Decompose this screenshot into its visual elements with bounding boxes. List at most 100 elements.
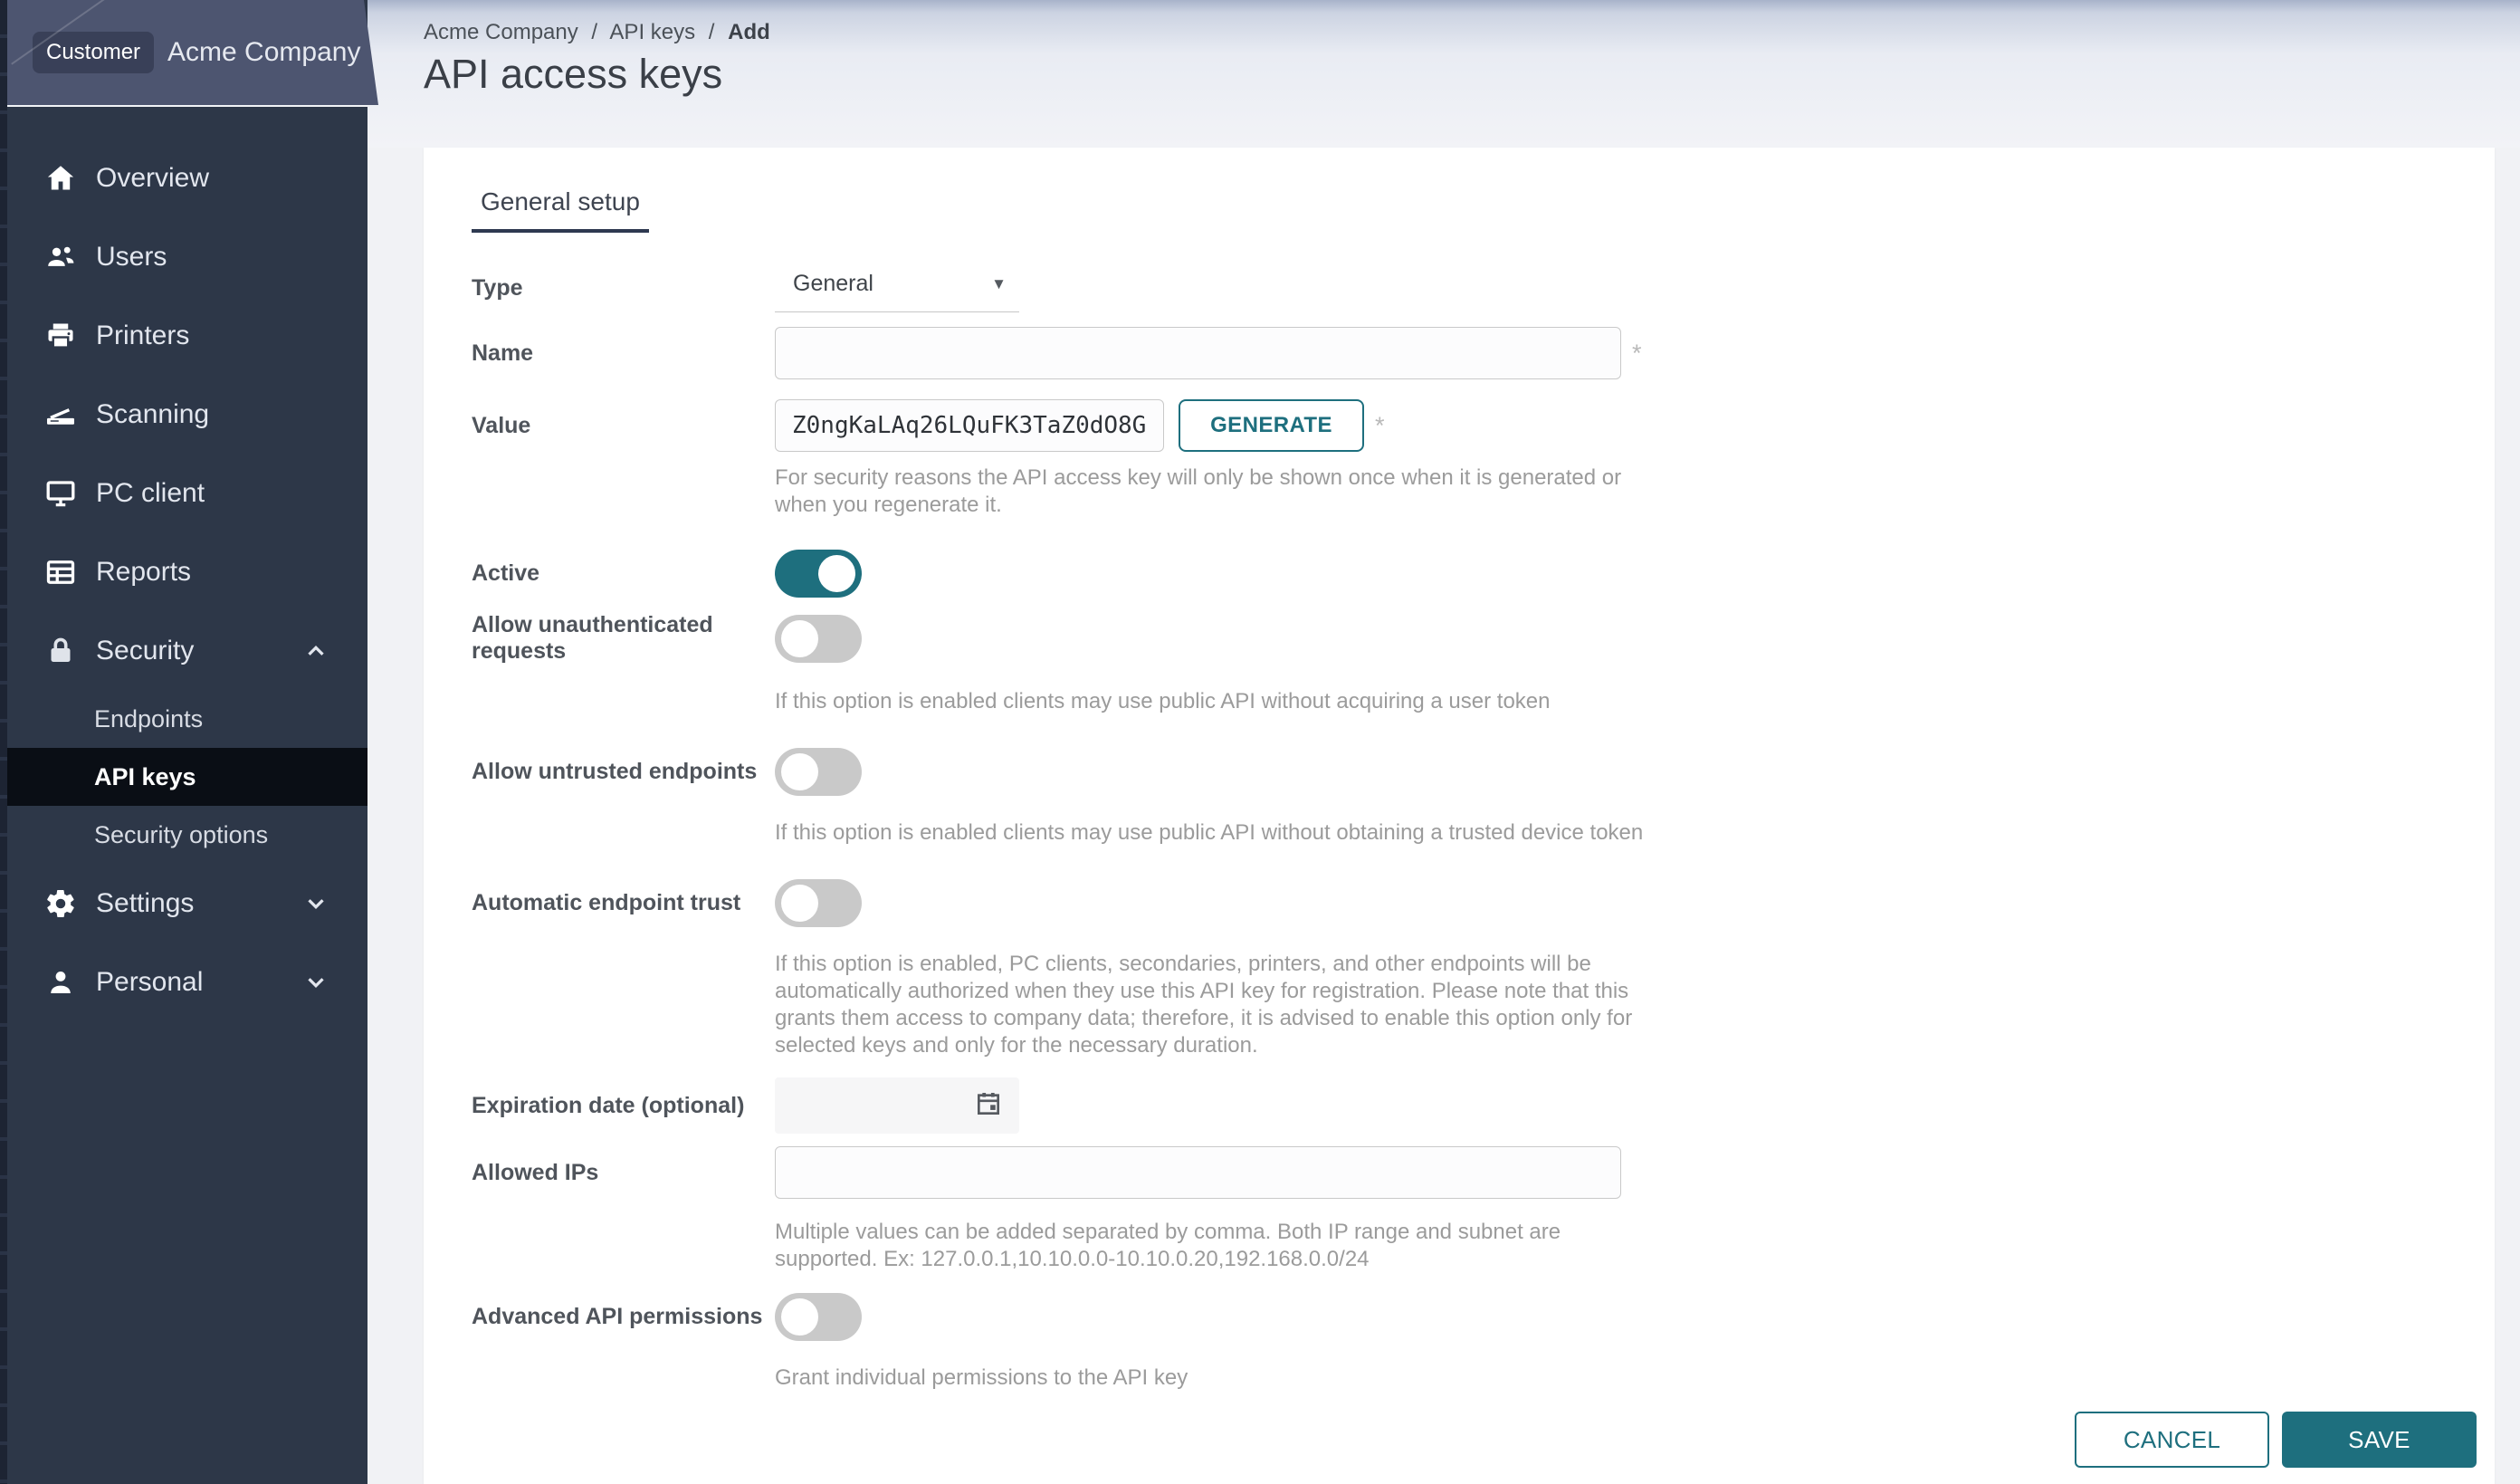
app-window: Customer Acme Company Overview: [0, 0, 2520, 1484]
chevron-up-icon: [302, 637, 329, 665]
sidebar-item-security[interactable]: Security: [7, 611, 368, 690]
breadcrumb-separator: /: [591, 20, 597, 44]
report-table-icon: [43, 555, 78, 589]
sub-item-label: Endpoints: [94, 705, 203, 733]
sidebar-item-label: Settings: [96, 888, 302, 919]
active-label: Active: [472, 560, 775, 587]
allow-unauthenticated-row: Allow unauthenticated requests: [472, 612, 2477, 665]
breadcrumb-separator: /: [709, 20, 715, 44]
sidebar-item-label: PC client: [96, 478, 329, 509]
breadcrumb-api-keys[interactable]: API keys: [609, 20, 695, 44]
type-row: Type General ▼: [472, 263, 2477, 312]
value-label: Value: [472, 413, 775, 439]
lock-icon: [43, 634, 78, 668]
sidebar-item-label: Scanning: [96, 399, 329, 430]
monitor-icon: [43, 476, 78, 511]
home-icon: [43, 161, 78, 196]
automatic-trust-row: Automatic endpoint trust: [472, 879, 2477, 927]
value-hint: For security reasons the API access key …: [775, 464, 1644, 519]
api-key-value-input[interactable]: [775, 399, 1164, 452]
page-title: API access keys: [424, 51, 722, 98]
gear-icon: [43, 886, 78, 921]
sub-item-label: Security options: [94, 821, 268, 849]
sidebar-item-scanning[interactable]: Scanning: [7, 375, 368, 454]
name-input[interactable]: [775, 327, 1621, 379]
type-label: Type: [472, 275, 775, 302]
allow-unauthenticated-label: Allow unauthenticated requests: [472, 612, 775, 665]
tab-general-setup[interactable]: General setup: [472, 187, 649, 233]
sub-item-label: API keys: [94, 763, 196, 791]
chevron-down-icon: [302, 969, 329, 996]
allowed-ips-hint: Multiple values can be added separated b…: [775, 1219, 1644, 1273]
sidebar-item-label: Personal: [96, 967, 302, 998]
toggle-knob: [781, 620, 818, 657]
allow-untrusted-row: Allow untrusted endpoints: [472, 748, 2477, 796]
allow-unauthenticated-hint: If this option is enabled clients may us…: [775, 688, 1644, 715]
expiration-date-picker[interactable]: [775, 1077, 1019, 1134]
allow-untrusted-label: Allow untrusted endpoints: [472, 759, 775, 785]
cancel-button[interactable]: CANCEL: [2075, 1412, 2269, 1468]
calendar-icon: [974, 1089, 1003, 1123]
allowed-ips-label: Allowed IPs: [472, 1160, 775, 1186]
save-button[interactable]: SAVE: [2282, 1412, 2477, 1468]
allow-unauthenticated-toggle[interactable]: [775, 615, 862, 663]
printer-icon: [43, 319, 78, 353]
allow-untrusted-hint: If this option is enabled clients may us…: [775, 819, 1644, 847]
sidebar-item-pc-client[interactable]: PC client: [7, 454, 368, 532]
left-scrollbar[interactable]: [0, 0, 7, 1484]
sidebar-item-label: Overview: [96, 163, 329, 194]
banner-separator: [7, 105, 368, 107]
automatic-trust-hint: If this option is enabled, PC clients, s…: [775, 951, 1644, 1059]
type-select[interactable]: General ▼: [775, 263, 1019, 312]
main-area: Acme Company / API keys / Add API access…: [368, 0, 2520, 1484]
expiration-label: Expiration date (optional): [472, 1093, 775, 1119]
name-row: Name *: [472, 327, 2477, 379]
sidebar-item-label: Security: [96, 636, 302, 666]
automatic-trust-toggle[interactable]: [775, 879, 862, 927]
sidebar-item-label: Reports: [96, 557, 329, 588]
sidebar-item-reports[interactable]: Reports: [7, 532, 368, 611]
breadcrumb-company[interactable]: Acme Company: [424, 20, 578, 44]
dropdown-arrow-icon: ▼: [991, 275, 1007, 293]
sidebar-item-printers[interactable]: Printers: [7, 296, 368, 375]
advanced-permissions-toggle[interactable]: [775, 1293, 862, 1341]
allowed-ips-input[interactable]: [775, 1146, 1621, 1199]
form-actions: CANCEL SAVE: [2075, 1412, 2477, 1468]
sidebar-item-label: Users: [96, 242, 329, 273]
sidebar-item-label: Printers: [96, 321, 329, 351]
sidebar-item-settings[interactable]: Settings: [7, 864, 368, 943]
toggle-knob: [781, 885, 818, 922]
advanced-permissions-hint: Grant individual permissions to the API …: [775, 1364, 1644, 1392]
active-toggle[interactable]: [775, 550, 862, 598]
advanced-permissions-label: Advanced API permissions: [472, 1304, 775, 1330]
sidebar-nav: Overview Users: [7, 107, 368, 1021]
sidebar-item-overview[interactable]: Overview: [7, 139, 368, 217]
sidebar-item-endpoints[interactable]: Endpoints: [7, 690, 368, 748]
value-row: Value GENERATE *: [472, 399, 2477, 452]
users-icon: [43, 240, 78, 274]
sidebar-item-personal[interactable]: Personal: [7, 943, 368, 1021]
name-label: Name: [472, 340, 775, 367]
advanced-permissions-row: Advanced API permissions: [472, 1293, 2477, 1341]
breadcrumb-current: Add: [728, 20, 770, 44]
sidebar-item-api-keys[interactable]: API keys: [7, 748, 368, 806]
toggle-knob: [781, 1298, 818, 1336]
customer-type-badge: Customer: [33, 32, 154, 73]
allow-untrusted-toggle[interactable]: [775, 748, 862, 796]
sidebar-item-users[interactable]: Users: [7, 217, 368, 296]
chevron-down-icon: [302, 890, 329, 917]
scanner-icon: [43, 397, 78, 432]
automatic-trust-label: Automatic endpoint trust: [472, 890, 775, 916]
generate-button[interactable]: GENERATE: [1179, 399, 1364, 452]
type-selected-value: General: [793, 271, 873, 297]
active-row: Active: [472, 550, 2477, 598]
sidebar-item-security-options[interactable]: Security options: [7, 806, 368, 864]
toggle-knob: [781, 753, 818, 790]
person-icon: [43, 965, 78, 1000]
sidebar: Customer Acme Company Overview: [7, 0, 368, 1484]
required-marker: *: [1375, 412, 1385, 440]
required-marker: *: [1632, 340, 1642, 368]
allowed-ips-row: Allowed IPs: [472, 1146, 2477, 1199]
customer-banner: Customer Acme Company: [7, 0, 378, 105]
breadcrumb: Acme Company / API keys / Add: [424, 20, 770, 45]
